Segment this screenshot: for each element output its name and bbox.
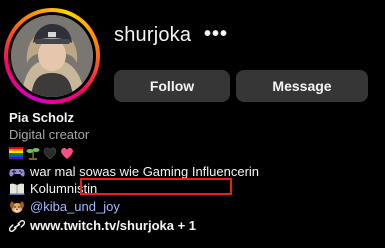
- dog-face-icon: [10, 201, 24, 213]
- more-options-icon[interactable]: •••: [204, 24, 228, 44]
- avatar[interactable]: [11, 15, 93, 97]
- open-book-icon: [9, 183, 25, 195]
- bio-line-gaming: war mal sowas wie Gaming Influencerin: [9, 164, 259, 179]
- link-icon: [9, 219, 25, 232]
- black-heart-icon: [43, 147, 57, 160]
- redaction-box: [80, 178, 232, 195]
- profile-username: shurjoka: [114, 24, 192, 46]
- avatar-gap: [8, 12, 96, 100]
- avatar-photo: [11, 15, 93, 97]
- profile-display-name: Pia Scholz: [9, 110, 75, 125]
- message-button[interactable]: Message: [236, 70, 368, 102]
- external-link-text[interactable]: www.twitch.tv/shurjoka + 1: [30, 218, 196, 233]
- bio-line-mention: @kiba_und_joy: [9, 199, 120, 214]
- bio-line-gaming-text: war mal sowas wie Gaming Influencerin: [30, 164, 260, 179]
- rainbow-flag-icon: [9, 147, 23, 159]
- follow-button[interactable]: Follow: [114, 70, 230, 102]
- mention-link[interactable]: @kiba_und_joy: [30, 199, 120, 214]
- profile-avatar-story-ring[interactable]: [4, 8, 100, 104]
- game-controller-icon: [9, 168, 25, 176]
- profile-category: Digital creator: [9, 127, 90, 142]
- pink-heart-icon: [61, 147, 73, 159]
- bio-emoji-row: [9, 146, 74, 160]
- profile-external-link[interactable]: www.twitch.tv/shurjoka + 1: [9, 218, 196, 233]
- seedling-icon: [26, 148, 40, 160]
